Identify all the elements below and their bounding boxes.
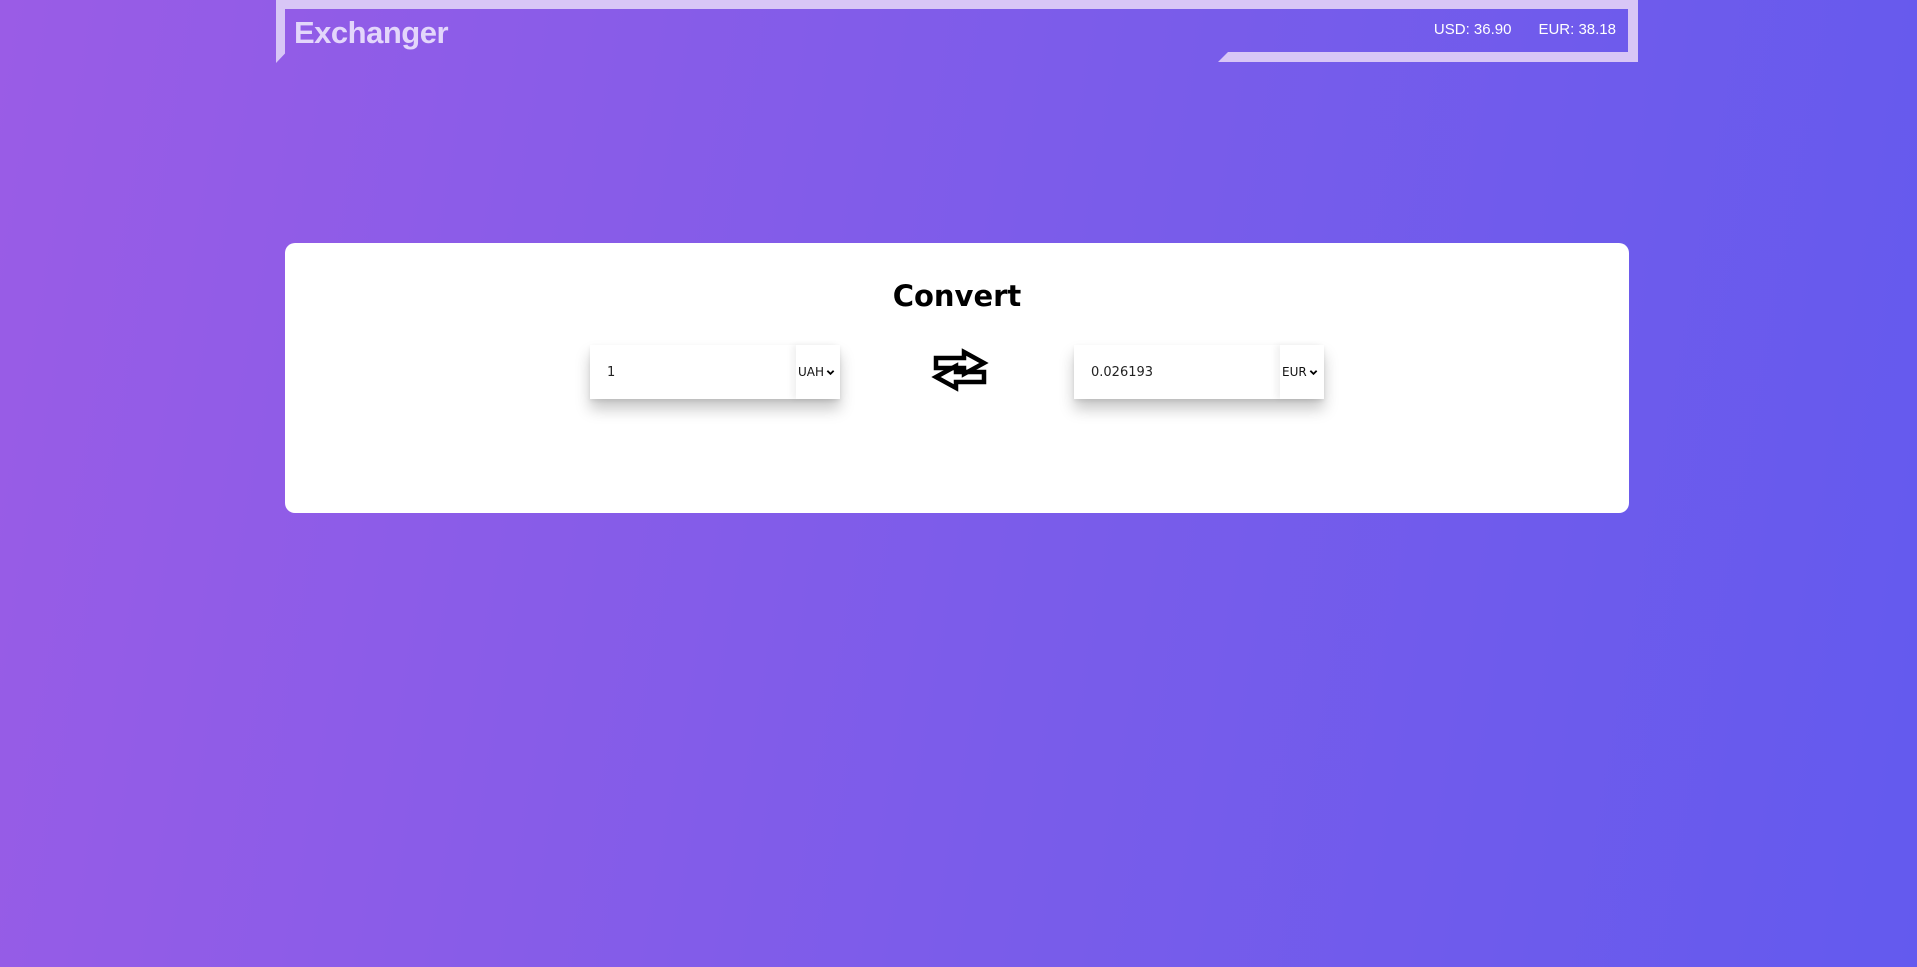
converter-title: Convert <box>892 279 1022 313</box>
swap-button[interactable] <box>930 347 990 393</box>
header-frame <box>276 0 1638 9</box>
header-frame <box>276 0 285 63</box>
from-currency-group: UAH <box>590 345 840 399</box>
header-frame <box>1218 52 1638 62</box>
to-currency-group: EUR <box>1074 345 1324 399</box>
to-currency-select[interactable]: EUR <box>1280 345 1324 399</box>
from-amount-input[interactable] <box>590 345 796 399</box>
usd-rate: USD: 36.90 <box>1433 21 1512 38</box>
from-currency-select[interactable]: UAH <box>796 345 840 399</box>
from-currency-value: UAH <box>798 365 825 379</box>
chevron-down-icon <box>826 369 835 375</box>
to-amount-input[interactable] <box>1074 345 1280 399</box>
exchange-rates: USD: 36.90 EUR: 38.18 <box>1434 21 1616 38</box>
site-header: Exchanger USD: 36.90 EUR: 38.18 <box>276 0 1638 63</box>
eur-rate: EUR: 38.18 <box>1538 21 1616 38</box>
chevron-down-icon <box>1309 369 1317 375</box>
brand-logo[interactable]: Exchanger <box>294 15 449 51</box>
converter-card: Convert UAH EUR <box>285 243 1629 513</box>
to-currency-value: EUR <box>1282 365 1307 379</box>
swap-arrows-icon <box>931 348 989 392</box>
